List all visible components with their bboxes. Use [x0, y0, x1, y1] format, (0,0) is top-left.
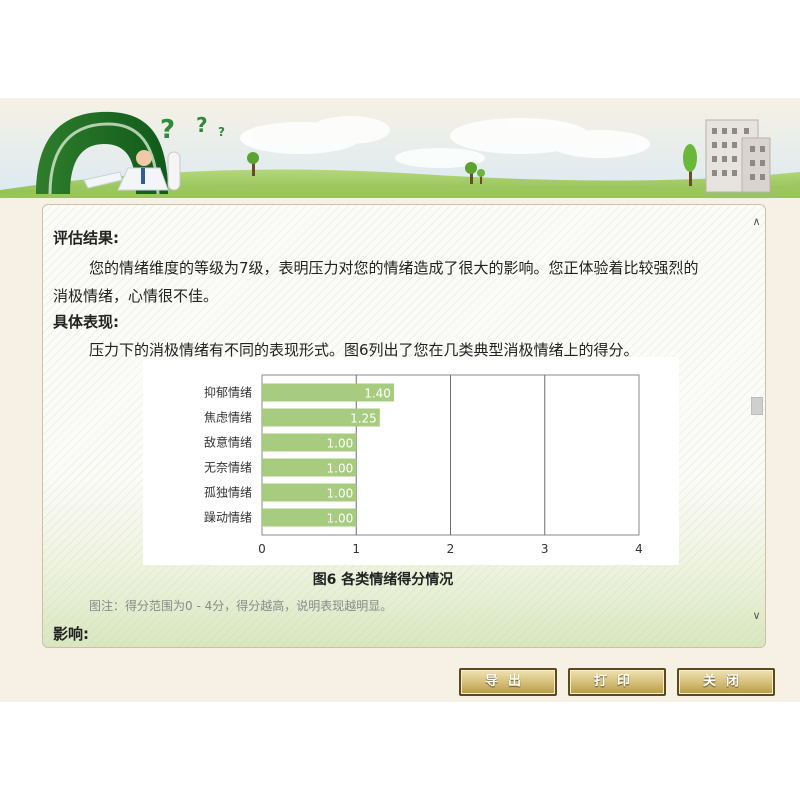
chart-category-label: 焦虑情绪	[204, 411, 252, 425]
chart-x-tick-label: 2	[447, 542, 455, 556]
header-banner: ? ? ?	[0, 98, 800, 198]
export-button[interactable]: 导出	[459, 668, 557, 696]
banner-illustration: ? ? ?	[0, 98, 800, 198]
chart-data-label: 1.00	[327, 462, 354, 476]
chart-x-tick-label: 1	[352, 542, 360, 556]
chart-category-label: 孤独情绪	[204, 486, 252, 500]
report-panel[interactable]: 评估结果: 您的情绪维度的等级为7级，表明压力对您的情绪造成了很大的影响。您正体…	[42, 204, 766, 648]
chart-svg: 0 1 2 3 4 抑郁情绪 1.40 焦虑情绪 1.25 敌意情绪 1.00 无奈情绪 1.00 孤独情…	[204, 374, 643, 556]
chart-category-label: 敌意情绪	[204, 435, 252, 450]
symptoms-heading: 具体表现:	[53, 313, 119, 331]
svg-text:?: ?	[160, 115, 175, 145]
result-text-line1: 您的情绪维度的等级为7级，表明压力对您的情绪造成了很大的影响。您正体验着比较强烈…	[89, 259, 699, 277]
chevron-up-icon[interactable]: ∧	[748, 213, 765, 230]
vertical-scrollbar[interactable]: ∧ ∨	[748, 205, 765, 647]
app-window: ? ? ? 评估结果: 您的情绪维度的等级为7级，表明压力对您的情绪造成了很大的…	[0, 98, 800, 702]
emotion-score-chart: 0 1 2 3 4 抑郁情绪 1.40 焦虑情绪 1.25 敌意情绪 1.00 无奈情绪 1.00 孤独情…	[143, 357, 679, 565]
chart-category-label: 躁动情绪	[204, 511, 252, 525]
chart-category-label: 无奈情绪	[204, 461, 252, 475]
chart-note: 图注：得分范围为0 - 4分，得分越高，说明表现越明显。	[89, 599, 393, 613]
result-heading: 评估结果:	[53, 229, 119, 247]
chart-x-tick-label: 0	[258, 542, 266, 556]
chart-category-label: 抑郁情绪	[204, 385, 252, 400]
close-button[interactable]: 关闭	[677, 668, 775, 696]
svg-text:?: ?	[196, 113, 208, 137]
result-text-line2: 消极情绪，心情很不佳。	[53, 287, 219, 305]
chart-x-tick-label: 3	[541, 542, 549, 556]
chart-data-label: 1.00	[327, 512, 354, 526]
svg-text:?: ?	[218, 125, 225, 139]
print-button[interactable]: 打印	[568, 668, 666, 696]
chart-caption: 图6 各类情绪得分情况	[312, 572, 454, 588]
chevron-down-icon[interactable]: ∨	[748, 607, 765, 624]
chart-data-label: 1.40	[364, 387, 391, 401]
scroll-thumb[interactable]	[751, 397, 763, 415]
influence-heading: 影响:	[53, 625, 89, 643]
chart-data-label: 1.00	[327, 437, 354, 451]
chart-x-tick-label: 4	[635, 542, 643, 556]
chart-data-label: 1.25	[350, 412, 377, 426]
chart-data-label: 1.00	[327, 487, 354, 501]
